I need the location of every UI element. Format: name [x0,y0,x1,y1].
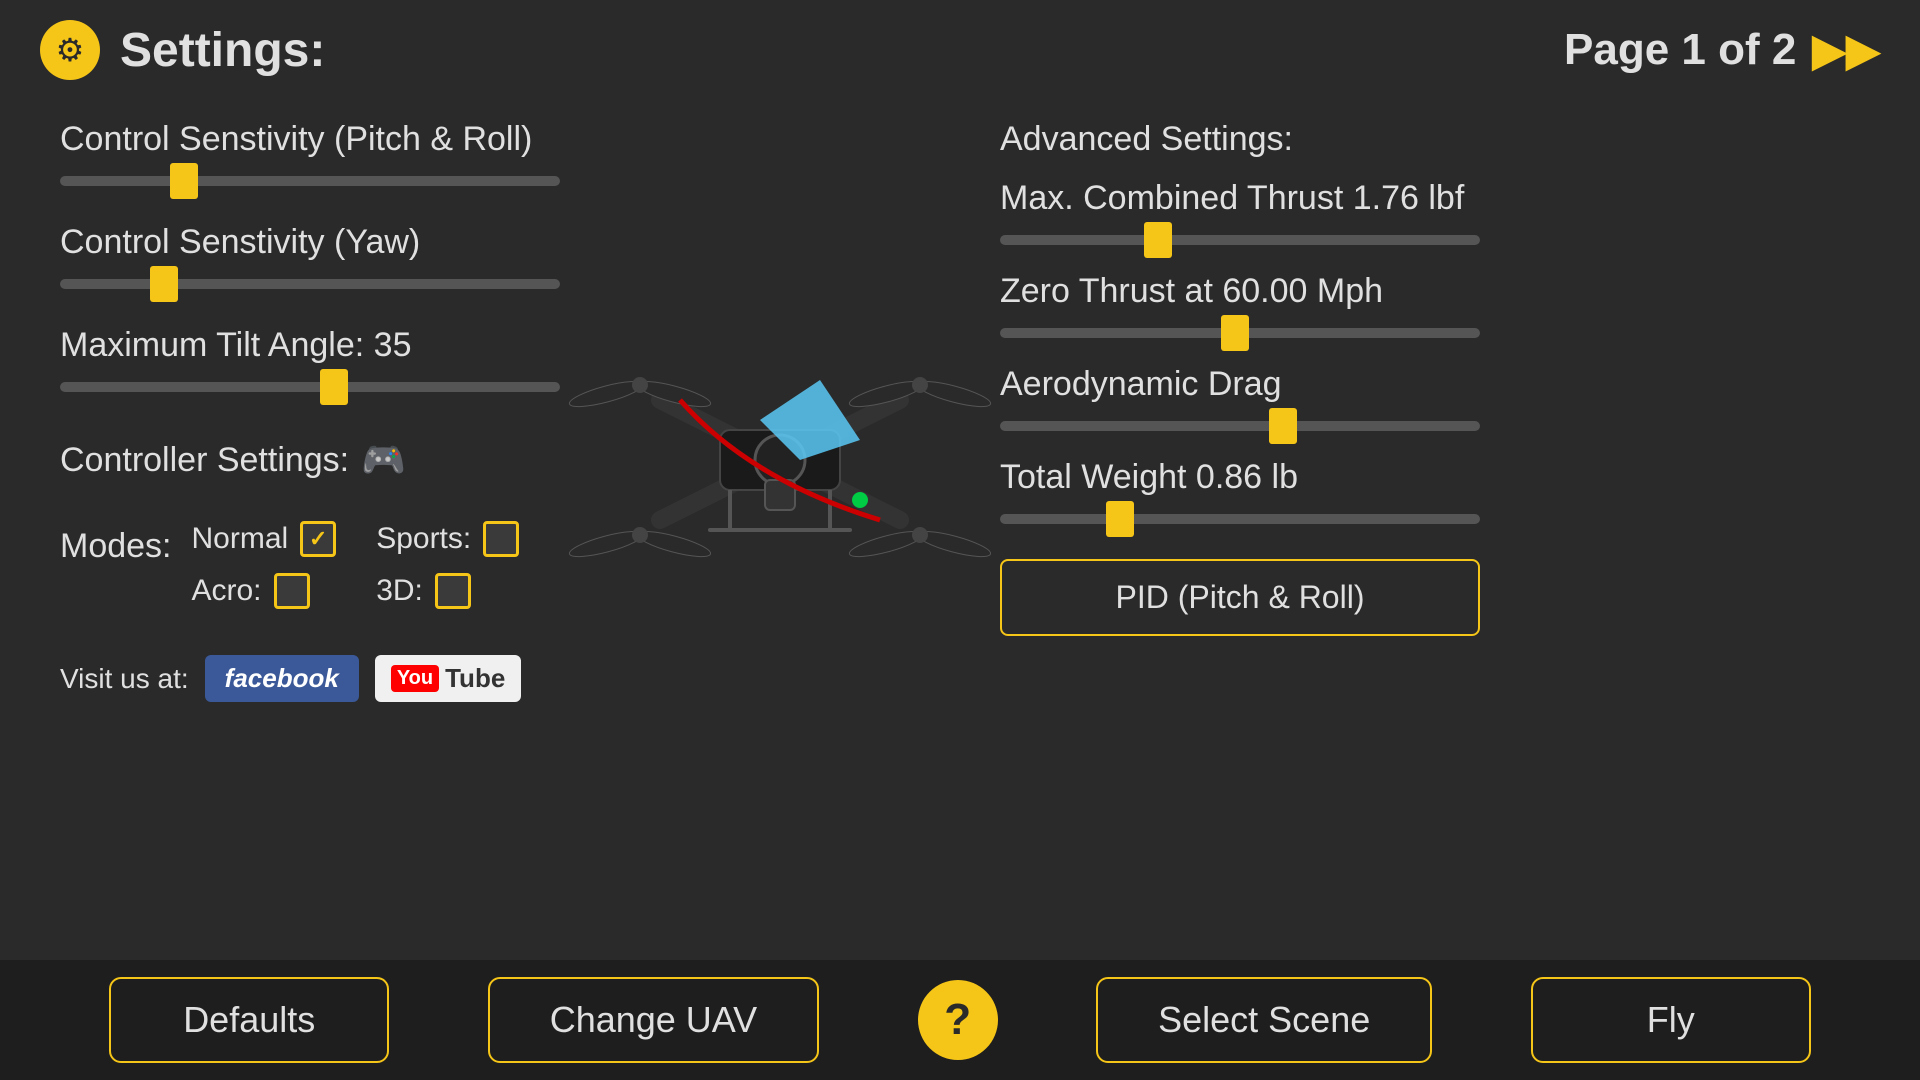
weight-thumb[interactable] [1106,501,1134,537]
weight-section: Total Weight 0.86 lb [1000,458,1860,531]
acro-checkbox[interactable] [274,573,310,609]
select-scene-button[interactable]: Select Scene [1096,977,1432,1063]
normal-label: Normal [192,522,289,556]
modes-label: Modes: [60,521,172,566]
youtube-you: You [391,665,439,692]
pitch-roll-thumb[interactable] [170,163,198,199]
thrust-track [1000,235,1480,245]
help-button[interactable]: ? [918,980,998,1060]
sports-label: Sports: [376,522,471,556]
aero-section: Aerodynamic Drag [1000,365,1860,438]
pitch-roll-track [60,176,560,186]
drone-area [480,250,1080,670]
visit-label: Visit us at: [60,663,189,695]
facebook-button[interactable]: facebook [205,655,359,702]
advanced-label: Advanced Settings: [1000,120,1860,159]
zero-thrust-label: Zero Thrust at 60.00 Mph [1000,272,1860,311]
acro-label: Acro: [192,574,262,608]
header-left: ⚙ Settings: [40,20,325,80]
gamepad-icon: 🎮 [361,439,406,481]
page-info: Page 1 of 2 ▶▶ [1564,25,1880,76]
zero-thrust-section: Zero Thrust at 60.00 Mph [1000,272,1860,345]
bottom-bar: Defaults Change UAV ? Select Scene Fly [0,960,1920,1080]
tilt-thumb[interactable] [320,369,348,405]
3d-label: 3D: [376,574,423,608]
next-page-arrows[interactable]: ▶▶ [1812,25,1880,76]
pitch-roll-slider[interactable] [60,169,560,193]
facebook-label: facebook [225,663,339,693]
thrust-slider[interactable] [1000,228,1480,252]
zero-thrust-thumb[interactable] [1221,315,1249,351]
change-uav-button[interactable]: Change UAV [488,977,819,1063]
header: ⚙ Settings: Page 1 of 2 ▶▶ [0,0,1920,100]
modes-grid: Normal Sports: Acro: 3D: [192,521,521,609]
aero-thumb[interactable] [1269,408,1297,444]
gear-icon[interactable]: ⚙ [40,20,100,80]
aero-label: Aerodynamic Drag [1000,365,1860,404]
drone-svg [480,250,1080,670]
right-panel: Advanced Settings: Max. Combined Thrust … [960,120,1860,702]
3d-checkbox[interactable] [435,573,471,609]
acro-mode: Acro: [192,573,337,609]
thrust-label: Max. Combined Thrust 1.76 lbf [1000,179,1860,218]
normal-checkbox[interactable] [300,521,336,557]
normal-mode: Normal [192,521,337,557]
page-number: Page 1 of 2 [1564,25,1796,75]
thrust-section: Max. Combined Thrust 1.76 lbf [1000,179,1860,252]
fly-button[interactable]: Fly [1531,977,1811,1063]
yaw-thumb[interactable] [150,266,178,302]
defaults-button[interactable]: Defaults [109,977,389,1063]
pitch-roll-section: Control Senstivity (Pitch & Roll) [60,120,920,193]
thrust-thumb[interactable] [1144,222,1172,258]
settings-title: Settings: [120,23,325,78]
pitch-roll-label: Control Senstivity (Pitch & Roll) [60,120,920,159]
weight-label: Total Weight 0.86 lb [1000,458,1860,497]
